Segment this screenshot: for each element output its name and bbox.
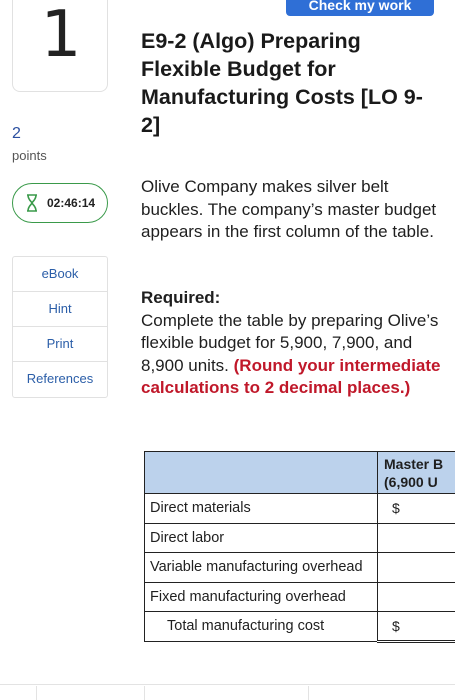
- hint-link[interactable]: Hint: [13, 292, 107, 327]
- master-budget-header: Master B (6,900 U: [377, 451, 455, 494]
- bottom-divider: [0, 684, 455, 685]
- references-link[interactable]: References: [13, 362, 107, 397]
- table-row: Variable manufacturing overhead: [144, 552, 455, 583]
- row-label-direct-materials: Direct materials: [144, 493, 378, 524]
- table-row: Direct materials $: [144, 493, 455, 524]
- bottom-tick: [308, 686, 309, 700]
- table-header-row: Master B (6,900 U: [144, 451, 455, 494]
- header-blank-cell: [144, 451, 378, 494]
- table-row: Direct labor: [144, 522, 455, 553]
- total-cost-input[interactable]: $: [377, 611, 455, 643]
- table-row: Total manufacturing cost $: [144, 611, 455, 643]
- direct-materials-input[interactable]: $: [377, 493, 455, 524]
- row-label-total: Total manufacturing cost: [144, 611, 378, 642]
- side-menu: eBook Hint Print References: [12, 256, 108, 398]
- direct-labor-input[interactable]: [377, 522, 455, 553]
- timer-text: 02:46:14: [47, 196, 96, 210]
- points-value: 2: [12, 125, 21, 142]
- timer[interactable]: 02:46:14: [12, 183, 108, 223]
- points-label: points: [12, 148, 47, 163]
- question-title: E9-2 (Algo) Preparing Flexible Budget fo…: [141, 29, 423, 137]
- bottom-tick: [36, 686, 37, 700]
- required-label: Required:: [141, 288, 221, 307]
- row-label-variable-overhead: Variable manufacturing overhead: [144, 552, 378, 583]
- question-number-box: 1: [12, 0, 108, 92]
- check-my-work-button[interactable]: Check my work: [286, 0, 434, 16]
- hourglass-icon: [27, 194, 37, 212]
- row-label-fixed-overhead: Fixed manufacturing overhead: [144, 581, 378, 612]
- budget-table: Master B (6,900 U Direct materials $ Dir…: [144, 451, 455, 643]
- fixed-overhead-input[interactable]: [377, 581, 455, 612]
- row-label-direct-labor: Direct labor: [144, 522, 378, 553]
- required-section: Required: Complete the table by preparin…: [141, 287, 441, 400]
- bottom-tick: [144, 686, 145, 700]
- question-intro: Olive Company makes silver belt buckles.…: [141, 177, 437, 241]
- print-link[interactable]: Print: [13, 327, 107, 362]
- question-number: 1: [40, 0, 82, 72]
- table-row: Fixed manufacturing overhead: [144, 581, 455, 612]
- ebook-link[interactable]: eBook: [13, 257, 107, 292]
- variable-overhead-input[interactable]: [377, 552, 455, 583]
